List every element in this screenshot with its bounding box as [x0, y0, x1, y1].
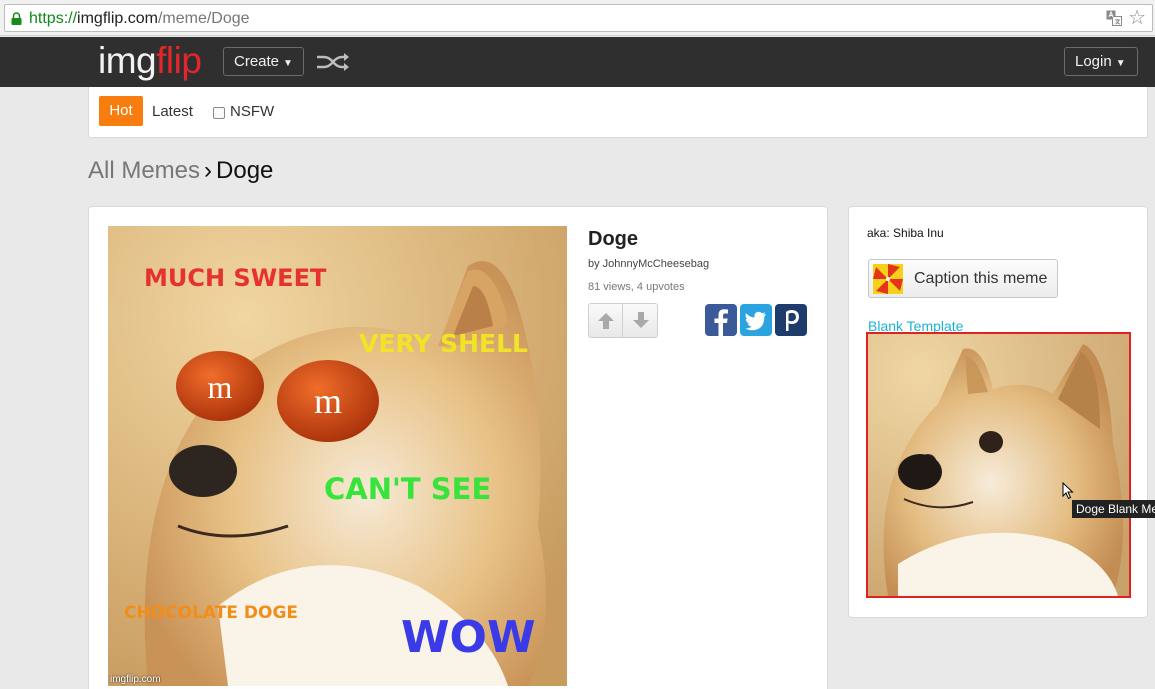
caption-this-meme-button[interactable]: Caption this meme [868, 259, 1058, 298]
login-label: Login [1075, 53, 1112, 70]
shuffle-icon[interactable] [316, 52, 350, 72]
tooltip: Doge Blank Me [1072, 500, 1155, 518]
twitter-icon [745, 311, 766, 331]
nsfw-label[interactable]: NSFW [230, 103, 274, 120]
browser-address-bar: https://imgflip.com/meme/Doge ☆ [0, 0, 1155, 36]
url-path: /meme/Doge [157, 10, 250, 27]
meme-caption: MUCH SWEET [144, 264, 327, 292]
twitter-share-button[interactable] [740, 304, 772, 336]
svg-text:m: m [208, 369, 233, 405]
meme-stats: 81 views, 4 upvotes [588, 281, 685, 293]
meme-caption: CAN'T SEE [324, 472, 492, 506]
url-host: imgflip.com [77, 10, 158, 27]
meme-image[interactable]: m m MUCH SWEET VERY SHELL CAN'T SEE CHOC… [108, 226, 567, 686]
site-header: imgflip Create ▼ Login ▼ [0, 37, 1155, 87]
vote-buttons [588, 303, 658, 338]
downvote-button[interactable] [624, 304, 658, 337]
url-text[interactable]: https://imgflip.com/meme/Doge [29, 10, 250, 28]
facebook-share-button[interactable] [705, 304, 737, 336]
meme-author[interactable]: by JohnnyMcCheesebag [588, 258, 709, 270]
breadcrumb: All Memes › Doge [88, 157, 273, 185]
nsfw-checkbox[interactable] [213, 107, 225, 119]
aka-text: aka: Shiba Inu [867, 226, 944, 240]
caret-down-icon: ▼ [283, 58, 293, 69]
pinterest-share-button[interactable] [775, 304, 807, 336]
breadcrumb-current: Doge [216, 157, 274, 184]
arrow-up-icon [598, 313, 614, 329]
caret-down-icon: ▼ [1115, 58, 1126, 69]
login-button[interactable]: Login ▼ [1064, 47, 1138, 76]
meme-caption: WOW [401, 612, 536, 663]
translate-icon[interactable] [1106, 10, 1122, 26]
star-icon[interactable]: ☆ [1128, 7, 1146, 29]
facebook-icon [714, 309, 728, 336]
url-scheme: https:// [29, 10, 78, 27]
imgflip-watermark: imgflip.com [110, 674, 161, 685]
meme-caption: VERY SHELL [359, 329, 528, 358]
pinwheel-icon [873, 264, 903, 294]
imgflip-logo[interactable]: imgflip [98, 40, 202, 82]
meme-title: Doge [588, 228, 638, 250]
arrow-down-icon [633, 312, 649, 328]
blank-template-image[interactable] [866, 332, 1131, 598]
pinterest-icon [786, 310, 799, 331]
breadcrumb-all-memes[interactable]: All Memes [88, 157, 200, 184]
lock-icon [11, 12, 22, 25]
create-label: Create [234, 53, 280, 70]
hot-tab[interactable]: Hot [99, 96, 143, 126]
url-field[interactable]: https://imgflip.com/meme/Doge ☆ [4, 4, 1153, 32]
breadcrumb-separator: › [204, 157, 213, 184]
svg-text:m: m [314, 381, 342, 421]
meme-caption: CHOCOLATE DOGE [124, 603, 299, 623]
upvote-button[interactable] [589, 304, 623, 337]
cursor-icon [1062, 482, 1074, 500]
latest-tab[interactable]: Latest [152, 103, 193, 120]
caption-button-label: Caption this meme [914, 270, 1048, 287]
create-button[interactable]: Create ▼ [223, 47, 304, 76]
filter-panel: Hot Latest NSFW [88, 87, 1148, 138]
